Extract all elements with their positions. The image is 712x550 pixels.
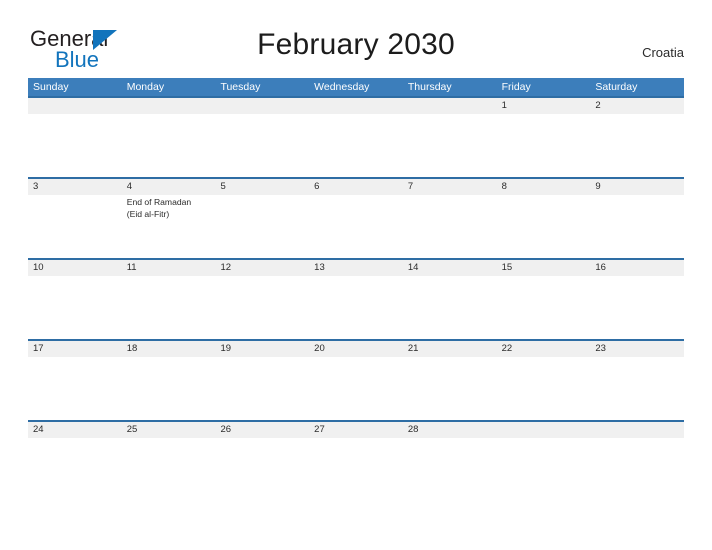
day-number[interactable]: 7 (403, 179, 497, 195)
day-cell[interactable] (403, 357, 497, 420)
week-body (28, 438, 684, 501)
day-cell[interactable] (309, 438, 403, 501)
weekday-friday: Friday (501, 81, 531, 93)
page-header: General Blue February 2030 Croatia (0, 0, 712, 78)
day-number[interactable]: 18 (122, 341, 216, 357)
day-cell[interactable] (590, 276, 684, 339)
day-cell[interactable]: End of Ramadan (Eid al-Fitr) (122, 195, 216, 258)
day-cell[interactable] (309, 195, 403, 258)
day-number[interactable]: 11 (122, 260, 216, 276)
weekday-sunday: Sunday (33, 81, 69, 93)
day-cell[interactable] (497, 357, 591, 420)
day-cell[interactable] (403, 438, 497, 501)
day-cell[interactable] (590, 438, 684, 501)
week-date-band: 3 4 5 6 7 8 9 (28, 179, 684, 195)
day-number[interactable]: 27 (309, 422, 403, 438)
day-cell[interactable] (403, 195, 497, 258)
day-cell[interactable] (28, 276, 122, 339)
day-cell[interactable] (309, 114, 403, 177)
day-number[interactable]: 28 (403, 422, 497, 438)
day-number[interactable]: 4 (122, 179, 216, 195)
day-cell[interactable] (590, 114, 684, 177)
day-number[interactable]: 10 (28, 260, 122, 276)
day-cell[interactable] (590, 195, 684, 258)
day-number[interactable]: 2 (590, 98, 684, 114)
day-cell[interactable] (309, 357, 403, 420)
day-cell[interactable] (122, 114, 216, 177)
day-number[interactable]: 6 (309, 179, 403, 195)
week-date-band: 10 11 12 13 14 15 16 (28, 260, 684, 276)
week-body (28, 276, 684, 339)
day-number[interactable]: 9 (590, 179, 684, 195)
day-number[interactable] (309, 98, 403, 114)
week-body: End of Ramadan (Eid al-Fitr) (28, 195, 684, 258)
day-number[interactable] (590, 422, 684, 438)
day-cell[interactable] (215, 114, 309, 177)
day-number[interactable]: 8 (497, 179, 591, 195)
calendar-grid: Sunday Monday Tuesday Wednesday Thursday… (28, 78, 684, 501)
day-number[interactable]: 5 (215, 179, 309, 195)
day-number[interactable]: 26 (215, 422, 309, 438)
weekday-monday: Monday (126, 81, 165, 93)
day-cell[interactable] (28, 357, 122, 420)
day-number[interactable]: 13 (309, 260, 403, 276)
day-event: End of Ramadan (Eid al-Fitr) (126, 197, 192, 219)
day-number[interactable]: 20 (309, 341, 403, 357)
day-number[interactable]: 22 (497, 341, 591, 357)
day-number[interactable] (215, 98, 309, 114)
day-number[interactable] (497, 422, 591, 438)
week-body (28, 357, 684, 420)
week-date-band: 1 2 (28, 98, 684, 114)
day-cell[interactable] (122, 276, 216, 339)
day-number[interactable]: 1 (497, 98, 591, 114)
day-cell[interactable] (215, 195, 309, 258)
day-number[interactable]: 3 (28, 179, 122, 195)
day-number[interactable]: 24 (28, 422, 122, 438)
calendar-page: General Blue February 2030 Croatia Sunda… (0, 0, 712, 550)
day-cell[interactable] (122, 438, 216, 501)
country-label: Croatia (642, 45, 684, 60)
day-cell[interactable] (28, 195, 122, 258)
weekday-tuesday: Tuesday (220, 81, 261, 93)
week-row: 10 11 12 13 14 15 16 (28, 258, 684, 339)
day-number[interactable]: 17 (28, 341, 122, 357)
day-cell[interactable] (309, 276, 403, 339)
week-row: 24 25 26 27 28 (28, 420, 684, 501)
day-cell[interactable] (122, 357, 216, 420)
week-row: 3 4 5 6 7 8 9 End of Ramadan (Eid al-Fit… (28, 177, 684, 258)
day-number[interactable]: 25 (122, 422, 216, 438)
day-number[interactable] (28, 98, 122, 114)
day-cell[interactable] (215, 276, 309, 339)
day-cell[interactable] (215, 438, 309, 501)
week-date-band: 24 25 26 27 28 (28, 422, 684, 438)
day-number[interactable]: 15 (497, 260, 591, 276)
day-cell[interactable] (497, 276, 591, 339)
day-cell[interactable] (28, 438, 122, 501)
weekday-header-row: Sunday Monday Tuesday Wednesday Thursday… (28, 78, 684, 96)
day-number[interactable]: 21 (403, 341, 497, 357)
day-number[interactable]: 23 (590, 341, 684, 357)
day-cell[interactable] (28, 114, 122, 177)
weekday-saturday: Saturday (595, 81, 638, 93)
day-number[interactable]: 12 (215, 260, 309, 276)
day-cell[interactable] (497, 114, 591, 177)
day-number[interactable]: 16 (590, 260, 684, 276)
weekday-thursday: Thursday (407, 81, 452, 93)
week-body (28, 114, 684, 177)
day-number[interactable]: 19 (215, 341, 309, 357)
day-cell[interactable] (497, 195, 591, 258)
day-number[interactable]: 14 (403, 260, 497, 276)
day-number[interactable] (403, 98, 497, 114)
week-row: 17 18 19 20 21 22 23 (28, 339, 684, 420)
day-cell[interactable] (403, 276, 497, 339)
week-date-band: 17 18 19 20 21 22 23 (28, 341, 684, 357)
day-cell[interactable] (590, 357, 684, 420)
page-title: February 2030 (257, 28, 455, 61)
day-number[interactable] (122, 98, 216, 114)
day-cell[interactable] (403, 114, 497, 177)
day-cell[interactable] (215, 357, 309, 420)
week-row: 1 2 (28, 96, 684, 177)
day-cell[interactable] (497, 438, 591, 501)
weekday-wednesday: Wednesday (314, 81, 370, 93)
